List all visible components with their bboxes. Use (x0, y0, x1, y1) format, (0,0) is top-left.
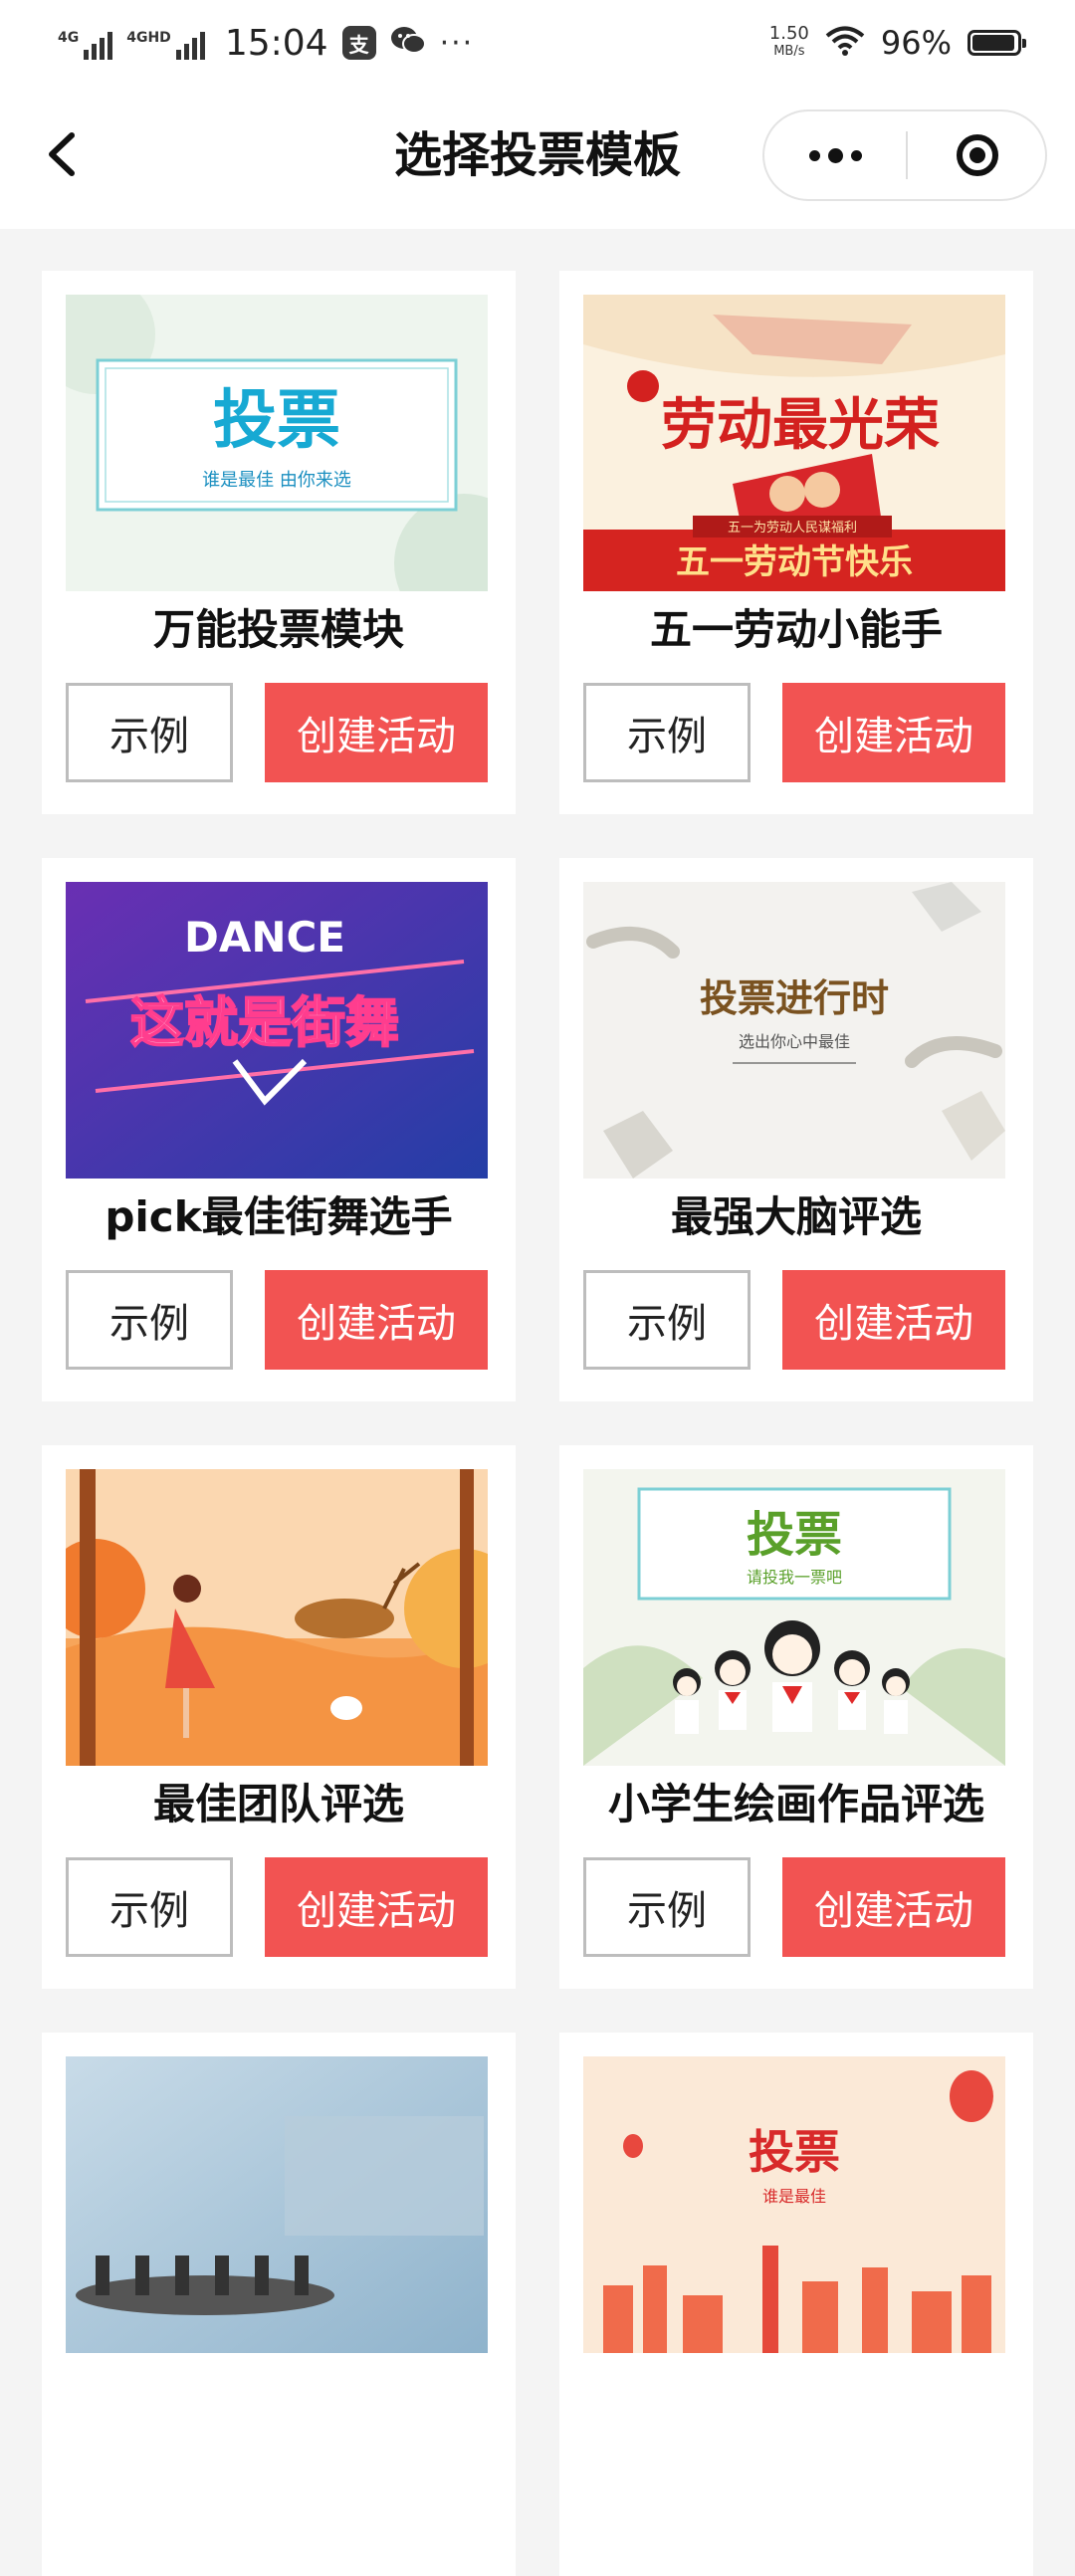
example-button[interactable]: 示例 (583, 1857, 751, 1957)
more-notifications-icon: ··· (439, 25, 475, 61)
template-thumbnail[interactable]: 投票 谁是最佳 (583, 2056, 1005, 2353)
cellular-signal-icon: 4GHD (126, 26, 205, 60)
thumb-subtext: 谁是最佳 由你来选 (202, 470, 351, 491)
create-activity-button[interactable]: 创建活动 (265, 683, 488, 782)
template-title: 小学生绘画作品评选 (607, 1780, 984, 1828)
template-thumbnail[interactable]: 投票进行时 选出你心中最佳 (583, 882, 1005, 1179)
thumb-text: 投票进行时 (700, 976, 889, 1020)
template-title: 五一劳动小能手 (649, 605, 943, 654)
template-card: 劳动最光荣 五一为劳动人民谋福利 五一劳动节快乐 五一劳动小能手 示例 创建活动 (559, 271, 1033, 814)
thumb-text: 劳动最光荣 (661, 393, 940, 458)
speed-value: 1.50 (768, 23, 809, 44)
mini-program-capsule (762, 109, 1047, 201)
create-activity-button[interactable]: 创建活动 (265, 1857, 488, 1957)
app-icon: 支 (341, 26, 376, 60)
create-activity-button[interactable]: 创建活动 (782, 683, 1005, 782)
thumb-text: DANCE (184, 913, 345, 962)
thumb-banner: 五一劳动节快乐 (676, 542, 913, 582)
template-thumbnail[interactable]: 投票 谁是最佳 由你来选 (66, 295, 488, 591)
network-speed: 1.50 MB/s (769, 25, 809, 61)
template-card: DANCE 这就是街舞 pick最佳街舞选手 示例 创建活动 (42, 858, 516, 1401)
status-bar: 4G 4GHD 15:04 支 ··· 1.50 MB/s 96% (0, 0, 1075, 84)
template-thumbnail[interactable] (66, 2056, 488, 2353)
template-thumbnail[interactable]: DANCE 这就是街舞 (66, 882, 488, 1179)
template-thumbnail[interactable]: 投票 请投我一票吧 (583, 1469, 1005, 1766)
create-activity-button[interactable]: 创建活动 (265, 1270, 488, 1370)
thumb-subtext: 请投我一票吧 (747, 1568, 842, 1587)
battery-icon (968, 30, 1026, 56)
example-button[interactable]: 示例 (66, 1857, 233, 1957)
thumb-subtext: 选出你心中最佳 (739, 1032, 850, 1051)
thumb-text: 投票 (749, 2125, 840, 2179)
template-card: 投票 谁是最佳 由你来选 万能投票模块 示例 创建活动 (42, 271, 516, 814)
network-type-label: 4GHD (126, 30, 171, 46)
network-type-label: 4G (58, 30, 80, 46)
template-title: 最佳团队评选 (152, 1780, 404, 1828)
wechat-icon (390, 25, 426, 61)
template-title: 万能投票模块 (152, 605, 404, 654)
template-thumbnail[interactable]: 劳动最光荣 五一为劳动人民谋福利 五一劳动节快乐 (583, 295, 1005, 591)
wifi-icon (825, 25, 865, 61)
example-button[interactable]: 示例 (583, 683, 751, 782)
thumb-subtext: 五一为劳动人民谋福利 (728, 520, 857, 536)
example-button[interactable]: 示例 (583, 1270, 751, 1370)
create-activity-button[interactable]: 创建活动 (782, 1270, 1005, 1370)
thumb-text: 投票 (747, 1507, 842, 1563)
example-button[interactable]: 示例 (66, 1270, 233, 1370)
template-card (42, 2033, 516, 2576)
template-thumbnail[interactable] (66, 1469, 488, 1766)
more-dots-icon[interactable] (764, 111, 906, 199)
example-button[interactable]: 示例 (66, 683, 233, 782)
thumb-subtext: 谁是最佳 (762, 2187, 826, 2206)
template-card: 最佳团队评选 示例 创建活动 (42, 1445, 516, 1989)
cellular-signal-icon: 4G (58, 26, 113, 60)
template-title: 最强大脑评选 (670, 1192, 922, 1241)
battery-percent: 96% (880, 24, 952, 62)
thumb-subtext: 这就是街舞 (130, 991, 399, 1054)
template-card: 投票 请投我一票吧 小学生绘画作品评选 示例 创建活动 (559, 1445, 1033, 1989)
nav-bar: 选择投票模板 (0, 84, 1075, 229)
thumb-text: 投票 (213, 384, 340, 458)
template-title: pick最佳街舞选手 (105, 1192, 453, 1241)
target-close-icon[interactable] (908, 111, 1047, 199)
template-card: 投票 谁是最佳 (559, 2033, 1033, 2576)
template-card: 投票进行时 选出你心中最佳 最强大脑评选 示例 创建活动 (559, 858, 1033, 1401)
create-activity-button[interactable]: 创建活动 (782, 1857, 1005, 1957)
clock: 15:04 (224, 22, 328, 64)
speed-unit: MB/s (773, 44, 805, 59)
